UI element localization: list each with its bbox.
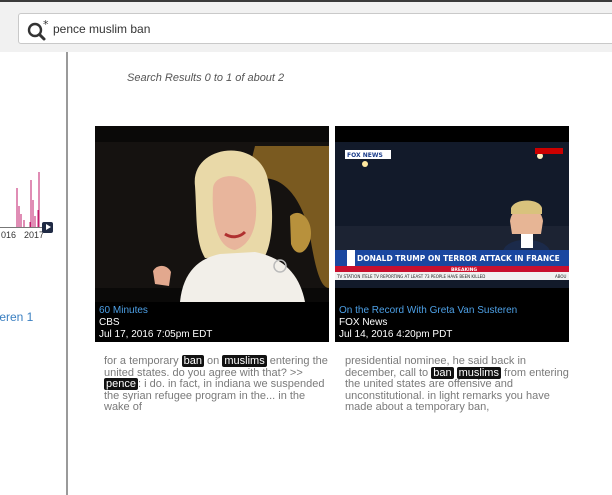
transcript-snippet: for a temporary ban on muslims entering … bbox=[104, 355, 332, 414]
show-title[interactable]: On the Record With Greta Van Susteren bbox=[339, 305, 517, 316]
network-name: FOX News bbox=[339, 317, 388, 328]
highlighted-term: pence bbox=[104, 378, 138, 390]
snippet-text: for a temporary bbox=[104, 355, 182, 367]
year-label: 2017 bbox=[24, 230, 45, 240]
snippet-text: on bbox=[204, 355, 223, 367]
result-meta: 60 Minutes CBS Jul 17, 2016 7:05pm EDT bbox=[95, 302, 329, 342]
highlighted-term: ban bbox=[431, 366, 454, 379]
air-time: Jul 17, 2016 7:05pm EDT bbox=[99, 329, 213, 340]
news-ticker-end: ABOU bbox=[555, 274, 567, 279]
search-icon[interactable]: * bbox=[26, 18, 52, 42]
news-headline: DONALD TRUMP ON TERROR ATTACK IN FRANCE bbox=[357, 254, 560, 263]
results-count: Search Results 0 to 1 of about 2 bbox=[127, 72, 285, 84]
filter-link[interactable]: teren 1 bbox=[0, 310, 33, 324]
news-ticker: TV STATION ITELE TV REPORTING AT LEAST 7… bbox=[336, 274, 485, 279]
left-panel: 016 2017 teren 1 bbox=[0, 52, 66, 495]
network-name: CBS bbox=[99, 317, 120, 328]
year-label: 016 bbox=[1, 230, 17, 240]
search-box[interactable]: * bbox=[18, 13, 612, 44]
result-meta: On the Record With Greta Van Susteren FO… bbox=[335, 302, 569, 342]
highlighted-term: ban bbox=[181, 355, 204, 367]
panel-divider bbox=[66, 52, 68, 495]
transcript-snippet: presidential nominee, he said back in de… bbox=[345, 355, 573, 414]
air-time: Jul 14, 2016 4:20pm PDT bbox=[339, 329, 453, 340]
channel-badge: FOX NEWS bbox=[347, 152, 383, 159]
snippet-text: : i do. in fact, in indiana we suspended… bbox=[104, 378, 325, 413]
play-icon[interactable] bbox=[42, 222, 53, 233]
svg-text:*: * bbox=[43, 18, 49, 31]
search-bar: * bbox=[0, 2, 612, 52]
highlighted-term: muslims bbox=[222, 355, 267, 367]
highlighted-term: muslims bbox=[456, 366, 501, 379]
show-title[interactable]: 60 Minutes bbox=[99, 305, 148, 316]
video-thumbnail[interactable] bbox=[95, 126, 329, 302]
timeline-sparkline[interactable] bbox=[0, 170, 52, 228]
search-input[interactable] bbox=[53, 19, 573, 39]
video-thumbnail[interactable]: FOX NEWS DONALD TRUMP ON TERROR ATTACK I… bbox=[335, 126, 569, 302]
